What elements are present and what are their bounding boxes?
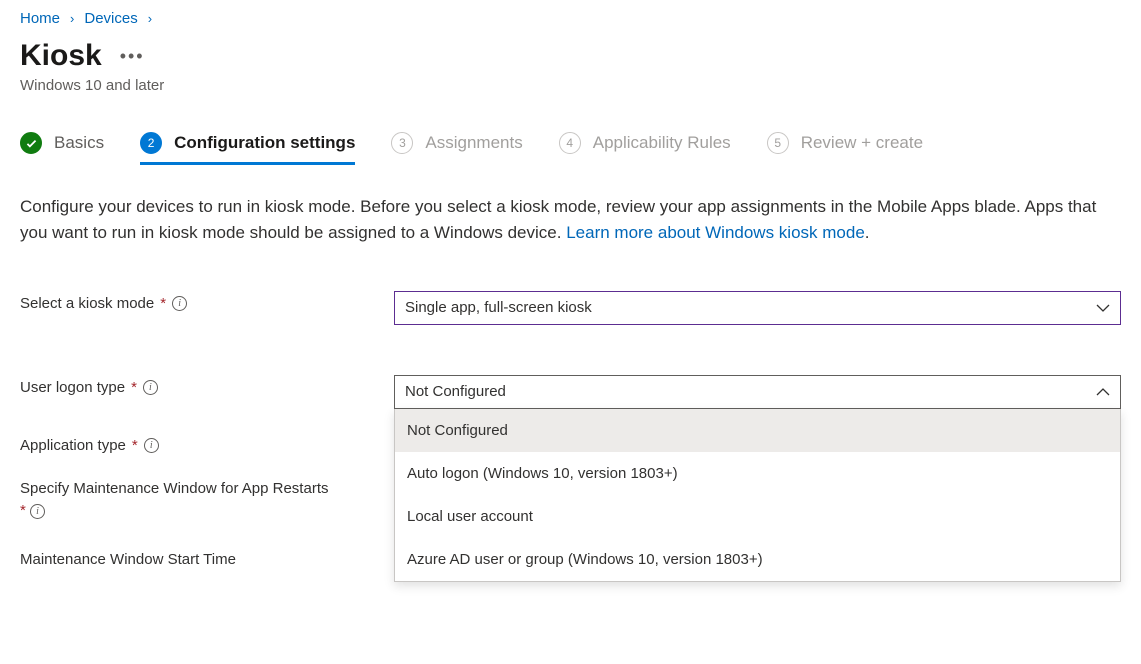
kiosk-mode-label: Select a kiosk mode * i — [20, 291, 394, 312]
check-icon — [20, 132, 42, 154]
required-indicator: * — [20, 502, 26, 519]
chevron-right-icon: › — [148, 11, 152, 26]
label-text: Select a kiosk mode — [20, 295, 154, 312]
description-body: Configure your devices to run in kiosk m… — [20, 197, 1096, 242]
label-wrap: Specify Maintenance Window for App Resta… — [20, 478, 330, 523]
select-value: Single app, full-screen kiosk — [405, 299, 592, 316]
step-number-badge: 2 — [140, 132, 162, 154]
select-value: Not Configured — [405, 383, 506, 400]
tab-label: Review + create — [801, 133, 923, 153]
label-text: Specify Maintenance Window for App Resta… — [20, 480, 328, 497]
tab-configuration-settings[interactable]: 2 Configuration settings — [140, 132, 355, 164]
breadcrumb-devices[interactable]: Devices — [84, 10, 137, 27]
tab-label: Basics — [54, 133, 104, 153]
required-indicator: * — [131, 379, 137, 396]
breadcrumb: Home › Devices › — [20, 10, 1121, 27]
tab-basics[interactable]: Basics — [20, 132, 104, 164]
label-text: Application type — [20, 437, 126, 454]
description-period: . — [865, 223, 870, 242]
option-azure-ad[interactable]: Azure AD user or group (Windows 10, vers… — [395, 538, 1120, 581]
tab-applicability-rules[interactable]: 4 Applicability Rules — [559, 132, 731, 164]
page-subtitle: Windows 10 and later — [20, 77, 1121, 94]
user-logon-dropdown: Not Configured Auto logon (Windows 10, v… — [394, 409, 1121, 582]
step-tabs: Basics 2 Configuration settings 3 Assign… — [20, 132, 1121, 164]
required-indicator: * — [132, 437, 138, 454]
maintenance-start-label: Maintenance Window Start Time — [20, 547, 394, 568]
label-text: Maintenance Window Start Time — [20, 551, 236, 568]
info-icon[interactable]: i — [144, 438, 159, 453]
more-icon[interactable]: ••• — [120, 46, 145, 67]
application-type-label: Application type * i — [20, 433, 394, 454]
tab-assignments[interactable]: 3 Assignments — [391, 132, 522, 164]
page-title: Kiosk — [20, 39, 102, 73]
tab-label: Applicability Rules — [593, 133, 731, 153]
required-indicator: * — [160, 295, 166, 312]
user-logon-select[interactable]: Not Configured — [394, 375, 1121, 409]
user-logon-control: Not Configured Not Configured Auto logon… — [394, 375, 1121, 409]
tab-label: Configuration settings — [174, 133, 355, 153]
tab-label: Assignments — [425, 133, 522, 153]
tab-review-create[interactable]: 5 Review + create — [767, 132, 923, 164]
kiosk-mode-select[interactable]: Single app, full-screen kiosk — [394, 291, 1121, 325]
info-icon[interactable]: i — [30, 504, 45, 519]
label-text: User logon type — [20, 379, 125, 396]
option-auto-logon[interactable]: Auto logon (Windows 10, version 1803+) — [395, 452, 1120, 495]
description-text: Configure your devices to run in kiosk m… — [20, 194, 1100, 247]
maintenance-window-label: Specify Maintenance Window for App Resta… — [20, 478, 394, 523]
info-icon[interactable]: i — [143, 380, 158, 395]
step-number-badge: 4 — [559, 132, 581, 154]
chevron-right-icon: › — [70, 11, 74, 26]
breadcrumb-home[interactable]: Home — [20, 10, 60, 27]
option-not-configured[interactable]: Not Configured — [395, 409, 1120, 452]
field-user-logon-type: User logon type * i Not Configured Not C… — [20, 375, 1121, 409]
page-header: Kiosk ••• — [20, 39, 1121, 73]
kiosk-mode-control: Single app, full-screen kiosk — [394, 291, 1121, 325]
field-kiosk-mode: Select a kiosk mode * i Single app, full… — [20, 291, 1121, 325]
option-local-user[interactable]: Local user account — [395, 495, 1120, 538]
chevron-down-icon — [1096, 301, 1110, 315]
step-number-badge: 5 — [767, 132, 789, 154]
step-number-badge: 3 — [391, 132, 413, 154]
learn-more-link[interactable]: Learn more about Windows kiosk mode — [566, 223, 865, 242]
user-logon-label: User logon type * i — [20, 375, 394, 396]
info-icon[interactable]: i — [172, 296, 187, 311]
chevron-up-icon — [1096, 385, 1110, 399]
